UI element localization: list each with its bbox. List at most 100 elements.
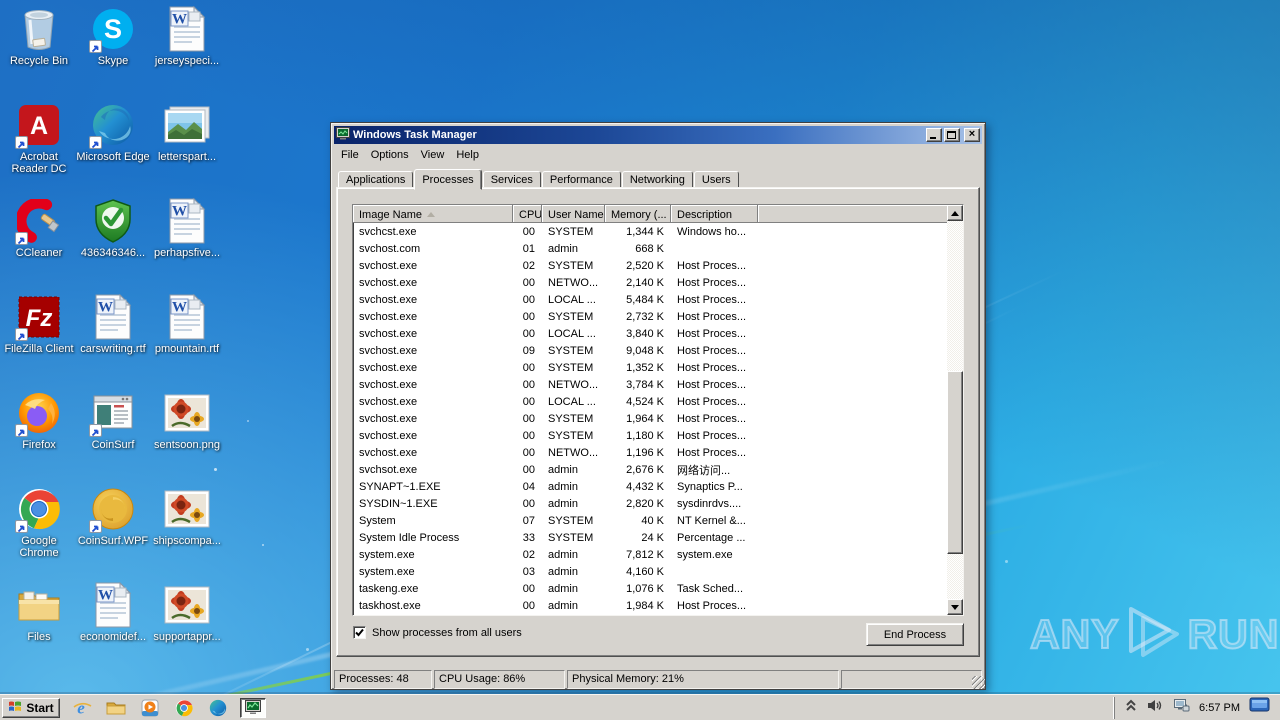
process-row[interactable]: svchost.exe 09 SYSTEM 9,048 K Host Proces... (353, 342, 947, 359)
shortcut-arrow-icon (89, 424, 102, 437)
show-all-users-label[interactable]: Show processes from all users (372, 627, 522, 639)
menu-item-help[interactable]: Help (450, 147, 485, 163)
process-row[interactable]: svchost.exe 00 SYSTEM 2,732 K Host Proces... (353, 308, 947, 325)
network-icon[interactable] (1172, 698, 1190, 718)
quicklaunch-media-player[interactable] (138, 698, 162, 718)
desktop-icon-supportappr[interactable]: supportappr... (150, 581, 224, 677)
desktop-icon-ccleaner[interactable]: CCleaner (2, 197, 76, 293)
end-process-button[interactable]: End Process (866, 623, 964, 646)
desktop-icon-letterspart[interactable]: letterspart... (150, 101, 224, 197)
show-all-users-checkbox[interactable] (353, 626, 366, 639)
process-cell: svchcst.exe (359, 225, 417, 238)
process-row[interactable]: svchsot.exe 00 admin 2,676 K 网络访问... (353, 461, 947, 478)
process-row[interactable]: svchost.exe 00 SYSTEM 1,964 K Host Proces... (353, 410, 947, 427)
menu-item-options[interactable]: Options (365, 147, 415, 163)
desktop-icon-436346346[interactable]: 436346346... (76, 197, 150, 293)
menu-item-file[interactable]: File (335, 147, 365, 163)
process-row[interactable]: taskeng.exe 00 admin 1,076 K Task Sched... (353, 580, 947, 597)
watermark-text-run: RUN (1187, 611, 1280, 657)
scroll-down-button[interactable] (947, 599, 963, 615)
column-header-image-name[interactable]: Image Name (353, 205, 513, 223)
process-row[interactable]: svchost.exe 00 NETWO... 1,196 K Host Proces.… (353, 444, 947, 461)
menu-item-view[interactable]: View (415, 147, 451, 163)
tab-applications[interactable]: Applications (338, 171, 414, 188)
process-row[interactable]: svchost.exe 00 LOCAL ... 5,484 K Host Proces… (353, 291, 947, 308)
ccleaner-icon (15, 197, 63, 245)
desktop-icon-firefox[interactable]: Firefox (2, 389, 76, 485)
desktop-icon-recycle-bin[interactable]: Recycle Bin (2, 5, 76, 101)
desktop-icon-label: sentsoon.png (153, 439, 221, 451)
process-row[interactable]: svchost.exe 02 SYSTEM 2,520 K Host Proces... (353, 257, 947, 274)
process-row[interactable]: svchost.exe 00 SYSTEM 1,352 K Host Proces... (353, 359, 947, 376)
maximize-button[interactable] (944, 128, 960, 142)
desktop-icon-files[interactable]: Files (2, 581, 76, 677)
process-row[interactable]: svchost.exe 00 NETWO... 3,784 K Host Proces.… (353, 376, 947, 393)
tab-services[interactable]: Services (482, 171, 541, 188)
scrollbar-thumb[interactable] (947, 371, 963, 554)
process-cell: 00 (522, 446, 535, 459)
hidden-icons-chevron[interactable] (1125, 698, 1137, 717)
tab-performance[interactable]: Performance (541, 171, 621, 188)
column-header-memory[interactable]: Memory (... (605, 205, 671, 223)
process-row[interactable]: svchost.exe 00 SYSTEM 1,180 K Host Proces... (353, 427, 947, 444)
quicklaunch-internet-explorer[interactable]: e (70, 698, 94, 718)
process-row[interactable]: svchcst.exe 00 SYSTEM 1,344 K Windows ho... (353, 223, 947, 240)
process-row[interactable]: svchost.exe 00 NETWO... 2,140 K Host Proces.… (353, 274, 947, 291)
window-titlebar[interactable]: Windows Task Manager × (334, 126, 982, 144)
svg-text:W: W (98, 588, 113, 604)
column-header-cpu[interactable]: CPU (513, 205, 542, 223)
vertical-scrollbar[interactable] (947, 205, 963, 615)
desktop-icon-perhapsfive[interactable]: Wperhapsfive... (150, 197, 224, 293)
process-row[interactable]: System Idle Process 33 SYSTEM 24 K Percentag… (353, 529, 947, 546)
quicklaunch-windows-explorer[interactable] (104, 698, 128, 718)
desktop-icon-label: economidef... (79, 631, 147, 643)
process-row[interactable]: SYNAPT~1.EXE 04 admin 4,432 K Synaptics P... (353, 478, 947, 495)
shortcut-arrow-icon (89, 40, 102, 53)
quicklaunch-chrome[interactable] (172, 698, 196, 718)
process-row[interactable]: svchost.exe 00 LOCAL ... 4,524 K Host Proces… (353, 393, 947, 410)
taskbar-clock[interactable]: 6:57 PM (1199, 702, 1240, 714)
desktop-icon-google-chrome[interactable]: Google Chrome (2, 485, 76, 581)
taskbar-button-task-manager[interactable] (240, 697, 266, 718)
process-row[interactable]: system.exe 02 admin 7,812 K system.exe (353, 546, 947, 563)
desktop-icon-filezilla-client[interactable]: Fz FileZilla Client (2, 293, 76, 389)
desktop-icon-microsoft-edge[interactable]: Microsoft Edge (76, 101, 150, 197)
quicklaunch-edge[interactable] (206, 698, 230, 718)
desktop-icon-label: jerseyspeci... (154, 55, 220, 67)
desktop-icon-skype[interactable]: S Skype (76, 5, 150, 101)
column-header-description[interactable]: Description (671, 205, 758, 223)
column-header-filler[interactable] (758, 205, 947, 223)
tab-networking[interactable]: Networking (621, 171, 693, 188)
close-button[interactable]: × (964, 128, 980, 142)
desktop-icon-acrobat-reader-dc[interactable]: A Acrobat Reader DC (2, 101, 76, 197)
desktop-icon-shipscompa[interactable]: shipscompa... (150, 485, 224, 581)
start-button[interactable]: Start (2, 697, 60, 718)
chrome-icon (15, 485, 63, 533)
desktop-icon-coinsurf[interactable]: CoinSurf (76, 389, 150, 485)
watermark-text-any: ANY (1029, 611, 1120, 657)
process-row[interactable]: svchost.com 01 admin 668 K (353, 240, 947, 257)
column-header-user-name[interactable]: User Name (542, 205, 605, 223)
show-desktop-icon[interactable] (1249, 697, 1270, 718)
process-row[interactable]: svchost.exe 00 LOCAL ... 3,840 K Host Proces… (353, 325, 947, 342)
desktop-icon-pmountain-rtf[interactable]: Wpmountain.rtf (150, 293, 224, 389)
volume-icon[interactable] (1146, 698, 1163, 718)
process-row[interactable]: SYSDIN~1.EXE 00 admin 2,820 K sysdinrdvs.... (353, 495, 947, 512)
desktop-icon-coinsurf-wpf[interactable]: CoinSurf.WPF (76, 485, 150, 581)
desktop-icon-carswriting-rtf[interactable]: Wcarswriting.rtf (76, 293, 150, 389)
resize-grip[interactable] (972, 676, 985, 689)
process-row[interactable]: taskhost.exe 00 admin 1,984 K Host Proces... (353, 597, 947, 614)
process-row[interactable]: system.exe 03 admin 4,160 K (353, 563, 947, 580)
tab-processes[interactable]: Processes (414, 169, 482, 190)
minimize-button[interactable] (926, 128, 942, 142)
desktop-icon-jerseyspeci[interactable]: Wjerseyspeci... (150, 5, 224, 101)
desktop-icon-economidef[interactable]: Weconomidef... (76, 581, 150, 677)
desktop-icon-sentsoon-png[interactable]: sentsoon.png (150, 389, 224, 485)
process-cell: 1,352 K (626, 361, 664, 374)
skype-icon: S (89, 5, 137, 53)
process-cell: 01 (522, 242, 535, 255)
tab-users[interactable]: Users (693, 171, 739, 188)
scroll-up-button[interactable] (947, 205, 963, 221)
process-cell: SYSTEM (548, 310, 594, 323)
process-row[interactable]: System 07 SYSTEM 40 K NT Kernel &... (353, 512, 947, 529)
